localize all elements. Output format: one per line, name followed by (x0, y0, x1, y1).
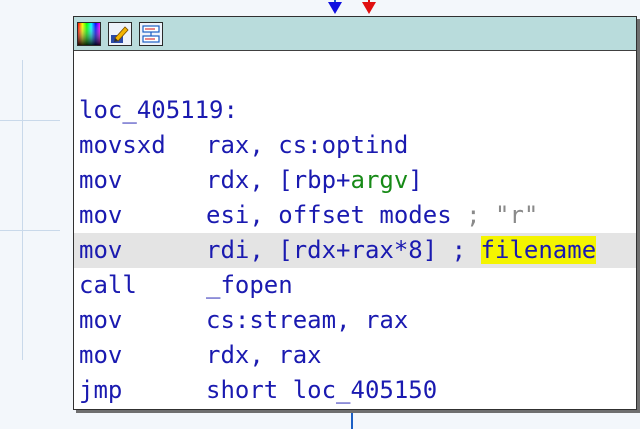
taken-edge-arrow-icon (328, 2, 342, 14)
graph-node-icon[interactable] (139, 21, 163, 46)
mnemonic[interactable]: mov (79, 198, 206, 233)
comment-separator: ; (437, 236, 481, 264)
instruction-line-current[interactable]: mov rdi, [rdx+rax*8] ; filename (74, 233, 636, 268)
mnemonic[interactable]: mov (79, 338, 206, 373)
background-grid-line (0, 120, 60, 121)
instruction-line[interactable]: mov rdx, rax (74, 338, 636, 373)
operands[interactable]: cs:stream, rax (206, 306, 408, 334)
mnemonic[interactable]: mov (79, 233, 206, 268)
background-grid-line (22, 60, 23, 360)
operands[interactable]: rax, cs:optind (206, 131, 408, 159)
mnemonic[interactable]: mov (79, 303, 206, 338)
graph-node[interactable]: loc_405119: movsxd rax, cs:optind mov rdx,… (73, 16, 637, 410)
operands-end: ] (408, 166, 423, 194)
stack-variable[interactable]: argv (351, 166, 409, 194)
instruction-line[interactable]: movsxd rax, cs:optind (74, 128, 636, 163)
highlighted-identifier[interactable]: filename (480, 236, 597, 264)
instruction-line[interactable]: mov esi, offset modes ; "r" (74, 198, 636, 233)
code-label[interactable]: loc_405119: (74, 93, 636, 128)
mnemonic[interactable]: mov (79, 163, 206, 198)
outgoing-edge-line (351, 410, 353, 429)
instruction-line[interactable]: mov rdx, [rbp+argv] (74, 163, 636, 198)
operands[interactable]: rdx, rax (206, 341, 322, 369)
color-palette-icon[interactable] (77, 21, 101, 46)
jump-target[interactable]: short loc_405150 (206, 376, 437, 404)
edit-pencil-icon[interactable] (108, 21, 132, 46)
background-grid-line (0, 230, 60, 231)
disassembly-listing[interactable]: loc_405119: movsxd rax, cs:optind mov rdx,… (74, 93, 636, 408)
instruction-line[interactable]: call _fopen (74, 268, 636, 303)
mnemonic[interactable]: movsxd (79, 128, 206, 163)
string-comment: "r" (495, 201, 539, 229)
instruction-line[interactable]: mov cs:stream, rax (74, 303, 636, 338)
not-taken-edge-arrow-icon (362, 2, 376, 14)
call-target[interactable]: _fopen (206, 271, 293, 299)
operands[interactable]: esi, offset modes (206, 201, 452, 229)
comment-separator: ; (451, 201, 495, 229)
node-header[interactable] (74, 17, 636, 51)
operands[interactable]: rdx, [rbp+ (206, 166, 351, 194)
instruction-line[interactable]: jmp short loc_405150 (74, 373, 636, 408)
mnemonic[interactable]: call (79, 268, 206, 303)
mnemonic[interactable]: jmp (79, 373, 206, 408)
operands[interactable]: rdi, [rdx+rax*8] (206, 236, 437, 264)
location-label[interactable]: loc_405119: (79, 96, 238, 124)
